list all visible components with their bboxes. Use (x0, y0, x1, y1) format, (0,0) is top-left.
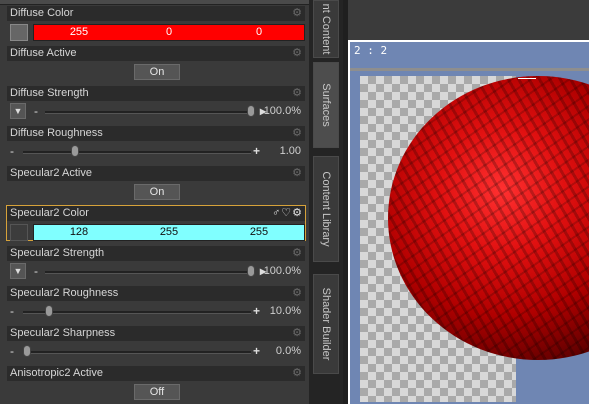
gear-icon[interactable]: ⚙ (291, 7, 303, 19)
slider-knob[interactable] (247, 105, 255, 117)
property-header: Diffuse Color ⚙ (7, 6, 305, 21)
slider-value[interactable]: 0.0% (276, 345, 301, 357)
color-blue-value[interactable]: 255 (214, 225, 304, 240)
property-label: Specular2 Color (10, 207, 89, 219)
gear-icon[interactable]: ⚙ (291, 247, 303, 259)
color-value-bar[interactable]: 255 0 0 (33, 24, 305, 41)
property-label: Specular2 Sharpness (10, 327, 116, 339)
slider-track[interactable] (23, 351, 251, 354)
tab-label: Surfaces (320, 83, 332, 127)
viewport-label: 2 : 2 (354, 44, 388, 57)
surfaces-panel: Diffuse Color ⚙ 255 0 0 Diffuse Active ⚙… (0, 0, 309, 404)
gear-icon[interactable]: ⚙ (292, 207, 303, 219)
tab-content-library[interactable]: Content Library (313, 156, 339, 262)
property-diffuse-roughness: Diffuse Roughness ⚙ - + 1.00 (6, 125, 306, 161)
decrement-button[interactable]: - (10, 344, 20, 358)
gear-icon[interactable]: ⚙ (291, 87, 303, 99)
gear-icon[interactable]: ⚙ (291, 47, 303, 59)
color-swatch[interactable] (10, 24, 28, 41)
increment-button[interactable]: + (253, 344, 260, 358)
slider-value[interactable]: 100.0% (264, 105, 301, 117)
toggle-button[interactable]: On (134, 64, 180, 80)
dropdown-arrow-icon[interactable]: ▼ (10, 263, 26, 279)
tab-label: nt Content (320, 3, 332, 55)
property-diffuse-strength: Diffuse Strength ⚙ ▼ - ▸ 100.0% (6, 85, 306, 121)
gear-icon[interactable]: ⚙ (291, 167, 303, 179)
link-icon[interactable]: ♂ (272, 207, 281, 219)
tab-content[interactable]: nt Content (313, 0, 339, 58)
property-specular2-strength: Specular2 Strength ⚙ ▼ - ▸ 100.0% (6, 245, 306, 281)
slider-track[interactable] (45, 111, 255, 114)
favorite-heart-icon[interactable]: ♡ (281, 207, 292, 219)
slider-track[interactable] (23, 151, 251, 154)
property-diffuse-active: Diffuse Active ⚙ On (6, 45, 306, 81)
slider-track[interactable] (45, 271, 255, 274)
viewport-top-bar (348, 0, 589, 40)
slider-knob[interactable] (71, 145, 80, 157)
gear-icon[interactable]: ⚙ (291, 287, 303, 299)
horizon-line (350, 68, 589, 71)
viewport-canvas[interactable]: 2 : 2 (350, 42, 589, 404)
color-blue-value[interactable]: 0 (214, 25, 304, 40)
slider-track[interactable] (23, 311, 251, 314)
property-specular2-color[interactable]: Specular2 Color ♂♡⚙ 128 255 255 (6, 205, 306, 241)
pane-tab-dock: nt Content Surfaces Content Library Shad… (309, 0, 343, 404)
property-label: Anisotropic2 Active (10, 367, 103, 379)
decrement-button[interactable]: - (34, 104, 38, 118)
increment-button[interactable]: + (253, 144, 260, 158)
slider-knob[interactable] (45, 305, 53, 317)
viewport-marker (518, 78, 536, 79)
color-red-value[interactable]: 255 (34, 25, 124, 40)
property-specular2-sharpness: Specular2 Sharpness ⚙ - + 0.0% (6, 325, 306, 361)
tab-shader-builder[interactable]: Shader Builder (313, 274, 339, 374)
gear-icon[interactable]: ⚙ (291, 327, 303, 339)
decrement-button[interactable]: - (10, 304, 20, 318)
property-label: Specular2 Active (10, 167, 92, 179)
property-label: Diffuse Color (10, 7, 74, 19)
color-swatch[interactable] (10, 224, 28, 241)
viewport[interactable]: 2 : 2 (348, 40, 589, 404)
tab-surfaces[interactable]: Surfaces (313, 62, 339, 148)
property-label: Specular2 Strength (10, 247, 105, 259)
property-specular2-roughness: Specular2 Roughness ⚙ - + 10.0% (6, 285, 306, 321)
color-green-value[interactable]: 0 (124, 25, 214, 40)
slider-value[interactable]: 1.00 (280, 145, 301, 157)
property-label: Specular2 Roughness (10, 287, 119, 299)
color-value-bar[interactable]: 128 255 255 (33, 224, 305, 241)
tab-label: Content Library (320, 171, 332, 247)
property-diffuse-color[interactable]: Diffuse Color ⚙ 255 0 0 (6, 5, 306, 41)
slider-value[interactable]: 10.0% (270, 305, 301, 317)
property-label: Diffuse Active (10, 47, 77, 59)
gear-icon[interactable]: ⚙ (291, 127, 303, 139)
tab-label: Shader Builder (320, 287, 332, 361)
property-label: Diffuse Roughness (10, 127, 103, 139)
increment-button[interactable]: + (253, 304, 260, 318)
dropdown-arrow-icon[interactable]: ▼ (10, 103, 26, 119)
property-anisotropic2-active: Anisotropic2 Active ⚙ Off (6, 365, 306, 401)
property-label: Diffuse Strength (10, 87, 89, 99)
slider-knob[interactable] (23, 345, 31, 357)
gear-icon[interactable]: ⚙ (291, 367, 303, 379)
property-specular2-active: Specular2 Active ⚙ On (6, 165, 306, 201)
toggle-button[interactable]: Off (134, 384, 180, 400)
decrement-button[interactable]: - (10, 144, 20, 158)
color-green-value[interactable]: 255 (124, 225, 214, 240)
slider-value[interactable]: 100.0% (264, 265, 301, 277)
toggle-button[interactable]: On (134, 184, 180, 200)
color-red-value[interactable]: 128 (34, 225, 124, 240)
decrement-button[interactable]: - (34, 264, 38, 278)
slider-knob[interactable] (247, 265, 255, 277)
